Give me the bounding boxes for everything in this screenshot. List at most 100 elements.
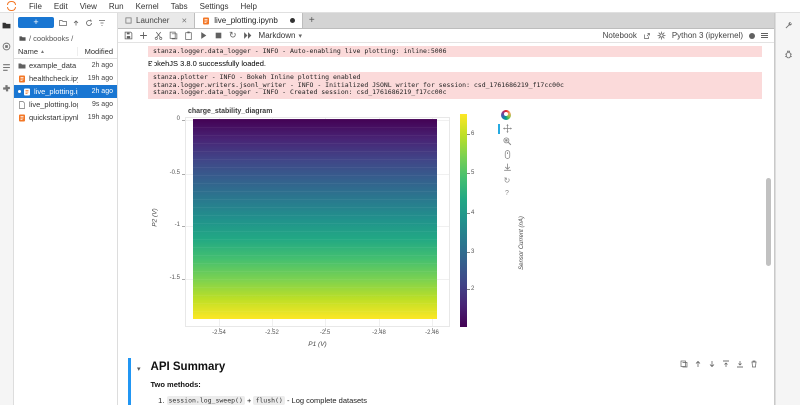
running-sessions-icon[interactable] <box>2 42 11 51</box>
column-modified[interactable]: Modified <box>77 47 113 56</box>
new-tab-button[interactable]: + <box>303 13 321 28</box>
file-row-live-plotting-log[interactable]: live_plotting.log 9s ago <box>14 98 117 111</box>
save-tool-icon[interactable] <box>501 163 512 172</box>
save-icon[interactable] <box>124 31 133 40</box>
table-of-contents-icon[interactable] <box>2 63 11 72</box>
api-method-list: session.log_sweep() + flush() - Log comp… <box>151 394 762 405</box>
menu-bar: File Edit View Run Kernel Tabs Settings … <box>0 0 800 13</box>
menu-edit[interactable]: Edit <box>48 2 74 11</box>
notebook-icon <box>18 114 26 122</box>
stderr-output-1: stanza.logger.data_logger - INFO - Auto-… <box>148 46 762 57</box>
insert-cell-above-icon[interactable] <box>722 360 730 368</box>
colorbar <box>460 114 467 327</box>
launch-icon[interactable] <box>643 32 651 40</box>
menu-tabs[interactable]: Tabs <box>165 2 194 11</box>
active-cell-indicator <box>128 358 131 405</box>
cell-type-select[interactable]: Markdown ▾ <box>259 31 302 40</box>
colorbar-tick: 5 <box>471 170 474 176</box>
y-axis-label: P2 (V) <box>152 172 159 262</box>
wheel-zoom-tool-icon[interactable] <box>501 150 512 159</box>
file-browser-panel: + / cookbooks / Name▲ Modified <box>14 13 118 405</box>
copy-icon[interactable] <box>169 31 178 40</box>
add-cell-icon[interactable] <box>139 31 148 40</box>
tab-bar: Launcher ✕ live_plotting.ipynb + <box>118 13 774 29</box>
kernel-name-label[interactable]: Python 3 (ipykernel) <box>672 31 743 40</box>
notebook-icon <box>23 88 31 96</box>
colorbar-tick: 3 <box>471 249 474 255</box>
file-row-healthcheck[interactable]: healthcheck.ipynb 19h ago <box>14 72 117 85</box>
bokeh-logo-icon[interactable] <box>501 110 511 120</box>
new-launcher-button[interactable]: + <box>18 17 54 28</box>
move-cell-up-icon[interactable] <box>694 360 702 368</box>
right-activity-bar <box>775 13 800 405</box>
y-tick: -1.5 <box>148 275 180 281</box>
markdown-cell-api-summary[interactable]: ▾ API Summary Two methods: session.log_s… <box>128 358 762 405</box>
file-browser-icon[interactable] <box>2 21 11 30</box>
sort-caret-icon: ▲ <box>40 49 45 55</box>
stop-icon[interactable] <box>214 31 223 40</box>
file-icon <box>18 101 26 109</box>
new-folder-icon[interactable] <box>59 19 67 27</box>
cell-collapser-icon[interactable]: ▾ <box>137 365 141 405</box>
file-row-example-data[interactable]: example_data 2h ago <box>14 59 117 72</box>
notebook-scrollbar-thumb[interactable] <box>766 178 771 266</box>
folder-icon <box>19 35 26 42</box>
plot-title: charge_stability_diagram <box>188 108 272 115</box>
menu-kernel[interactable]: Kernel <box>130 2 165 11</box>
notebook-kernel-label: Notebook <box>603 31 637 40</box>
pan-tool-icon[interactable] <box>501 124 512 133</box>
bokeh-toolbar: ↻ ? <box>498 110 514 198</box>
menu-settings[interactable]: Settings <box>194 2 235 11</box>
menu-view[interactable]: View <box>74 2 103 11</box>
kernel-status-icon[interactable] <box>749 33 755 39</box>
api-summary-heading: API Summary <box>151 361 762 373</box>
file-browser-toolbar: + <box>14 13 117 31</box>
api-intro-text: Two methods: <box>151 380 762 389</box>
unsaved-changes-dot[interactable] <box>290 18 295 23</box>
run-icon[interactable] <box>199 31 208 40</box>
cut-icon[interactable] <box>154 31 163 40</box>
heatmap-image[interactable] <box>193 119 437 319</box>
help-tool-icon[interactable]: ? <box>503 189 509 198</box>
upload-icon[interactable] <box>72 19 80 27</box>
menu-file[interactable]: File <box>23 2 48 11</box>
bokeh-plot[interactable]: charge_stability_diagram 0 -0.5 -1 -1.5 … <box>148 102 548 352</box>
tab-live-plotting[interactable]: live_plotting.ipynb <box>195 13 303 28</box>
cell-toolbar <box>680 360 758 368</box>
column-name[interactable]: Name▲ <box>18 47 77 56</box>
reset-tool-icon[interactable]: ↻ <box>502 176 511 185</box>
filter-icon[interactable] <box>98 19 106 27</box>
file-row-live-plotting-ipynb[interactable]: live_plotting.ipynb 2h ago <box>14 85 117 98</box>
debugger-icon[interactable] <box>784 50 793 59</box>
folder-icon <box>18 62 26 70</box>
refresh-icon[interactable] <box>85 19 93 27</box>
jupyter-logo <box>5 1 19 11</box>
file-row-quickstart[interactable]: quickstart.ipynb 19h ago <box>14 111 117 124</box>
duplicate-cell-icon[interactable] <box>680 360 688 368</box>
extensions-icon[interactable] <box>2 84 11 93</box>
colorbar-tick: 2 <box>471 286 474 292</box>
file-list-header: Name▲ Modified <box>14 45 117 59</box>
launcher-icon <box>125 17 132 24</box>
colorbar-label: Sensor Current (nA) <box>519 198 525 288</box>
insert-cell-below-icon[interactable] <box>736 360 744 368</box>
menu-help[interactable]: Help <box>235 2 263 11</box>
breadcrumb[interactable]: / cookbooks / <box>14 31 117 45</box>
x-axis-label: P1 (V) <box>280 341 355 348</box>
tab-launcher[interactable]: Launcher ✕ <box>118 13 195 28</box>
box-zoom-tool-icon[interactable] <box>501 137 512 146</box>
y-tick: 0 <box>148 116 180 122</box>
toolbar-menu-icon[interactable] <box>761 33 768 38</box>
delete-cell-icon[interactable] <box>750 360 758 368</box>
close-tab-icon[interactable]: ✕ <box>181 17 187 25</box>
notebook-content: stanza.logger.data_logger - INFO - Auto-… <box>118 43 774 405</box>
restart-kernel-icon[interactable]: ↻ <box>229 30 237 41</box>
paste-icon[interactable] <box>184 31 193 40</box>
menu-run[interactable]: Run <box>103 2 130 11</box>
restart-run-all-icon[interactable] <box>243 31 253 40</box>
left-activity-bar <box>0 13 14 405</box>
property-inspector-icon[interactable] <box>784 21 793 30</box>
move-cell-down-icon[interactable] <box>708 360 716 368</box>
stderr-output-2: stanza.plotter - INFO - Bokeh Inline plo… <box>148 72 762 98</box>
gear-icon[interactable] <box>657 31 666 40</box>
